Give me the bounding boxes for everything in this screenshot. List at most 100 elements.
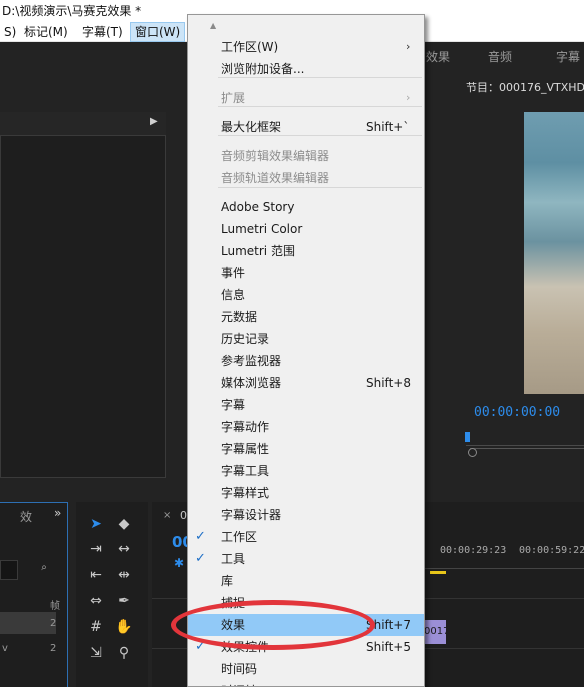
project-search-input[interactable] [0,560,18,580]
checkmark-icon: ✓ [195,551,206,566]
menu-item-item-13[interactable]: 参考监视器 [188,350,424,372]
panel-expand-arrow-icon[interactable]: ▶ [150,116,158,127]
program-monitor-title[interactable]: 节目：000176_VTXHD_ [466,79,584,95]
menu-item-item-19[interactable]: 字幕样式 [188,482,424,504]
scrollbar-handle-icon[interactable] [468,448,477,457]
menubar-item-window[interactable]: 窗口(W) [130,22,186,42]
menu-item-item-20[interactable]: 字幕设计器 [188,504,424,526]
menu-item-shortcut: Shift+8 [366,376,411,390]
menu-item-item-5: 音频轨道效果编辑器 [188,167,424,189]
window-menu-dropdown: ▲ 工作区(W) › 浏览附加设备... 扩展 › 最大化框架 Shift+` 音频剪辑效果编… [187,14,425,687]
pen-tool-icon[interactable]: ✒ [114,591,134,611]
menu-item-item-15[interactable]: 字幕 [188,394,424,416]
menu-item-item-26[interactable]: ✓ 效果控件 Shift+5 [188,636,424,658]
menu-item-lumetri-color[interactable]: Lumetri Color [188,218,424,240]
program-zoom-scrollbar[interactable] [470,448,584,456]
menu-item-lumetri[interactable]: Lumetri 范围 [188,240,424,262]
menu-item-item-12[interactable]: 历史记录 [188,328,424,350]
close-icon[interactable]: × [163,510,171,521]
menubar-item-marker[interactable]: 标记(M) [20,22,72,42]
menu-item-label: 库 [221,574,234,588]
menu-item-item-22[interactable]: ✓ 工具 [188,548,424,570]
menu-item-item-4: 音频剪辑效果编辑器 [188,145,424,167]
menu-item-item-21[interactable]: ✓ 工作区 [188,526,424,548]
program-timecode[interactable]: 00:00:00:00 [474,405,560,420]
project-row-value: 2 [50,618,57,629]
search-icon[interactable]: ⌕ [36,562,52,576]
menu-item-label: 字幕工具 [221,464,270,478]
clip-label: 0017 [424,626,446,637]
rate-stretch-tool-icon[interactable]: ↔ [114,539,134,559]
slip-tool-icon[interactable]: ⇔ [86,591,106,611]
menu-item-label: 事件 [221,266,246,280]
menu-item-item-11[interactable]: 元数据 [188,306,424,328]
menu-item-label: 参考监视器 [221,354,282,368]
menu-item-label: 时间码 [221,662,258,676]
menu-item-label: Lumetri 范围 [221,244,295,258]
track-forward-tool-icon[interactable]: ⇲ [86,643,106,663]
menu-item-w[interactable]: 工作区(W) › [188,36,424,58]
work-area-bar[interactable] [430,571,446,574]
menu-item-shortcut: Shift+5 [366,640,411,654]
workspace-tab-effects[interactable]: 效果 [426,48,450,65]
menu-item-item-27[interactable]: 时间码 [188,658,424,680]
project-row-value: 2 [50,643,57,654]
menu-item-item-24[interactable]: 捕捉 [188,592,424,614]
snap-icon[interactable]: ✱ [174,556,184,570]
menu-separator [218,106,422,107]
project-row-value: v [2,643,8,654]
menu-item-adobe-story[interactable]: Adobe Story [188,196,424,218]
menu-item-label: 历史记录 [221,332,270,346]
menu-item-item-23[interactable]: 库 [188,570,424,592]
window-title: D:\视频演示\马赛克效果 * [2,4,142,18]
razor-tool-icon[interactable]: # [86,617,106,637]
menu-item-label: 元数据 [221,310,258,324]
menu-item-label: Lumetri Color [221,222,303,236]
menu-item-label: 字幕样式 [221,486,270,500]
timeline-clip[interactable]: 0017 [424,620,446,644]
menu-item-item-25[interactable]: 效果 Shift+7 [188,614,424,636]
submenu-arrow-icon: › [406,40,411,53]
menu-item-label: 字幕动作 [221,420,270,434]
menu-separator [218,135,422,136]
menu-separator [218,187,422,188]
workspace-tab-titles[interactable]: 字幕 [556,48,580,65]
program-ruler[interactable] [466,432,584,446]
menu-item-label: 字幕属性 [221,442,270,456]
timeline-ruler[interactable] [424,568,584,569]
source-panel-content [0,112,166,478]
timeline-sequence-tab[interactable]: 0 [180,509,187,522]
workspace-tab-audio[interactable]: 音频 [488,48,512,65]
track-select-tool-icon[interactable]: ◆ [114,514,134,534]
menubar-item-title[interactable]: 字幕(T) [78,22,127,42]
menu-item-item-17[interactable]: 字幕属性 [188,438,424,460]
menubar-item-s[interactable]: S) [0,22,20,42]
menu-scroll-up-icon[interactable]: ▲ [210,21,216,30]
source-panel-header [0,112,166,136]
slide-tool-icon[interactable]: ⇹ [114,565,134,585]
rolling-edit-tool-icon[interactable]: ⇤ [86,565,106,585]
ruler-tick-label: 00:00:29:23 [440,545,507,556]
menu-item-item-18[interactable]: 字幕工具 [188,460,424,482]
project-list-item[interactable] [0,612,56,634]
menu-item-label: 音频轨道效果编辑器 [221,171,330,185]
hand-tool-icon[interactable]: ✋ [114,617,134,637]
menu-separator [218,77,422,78]
panel-overflow-chevron-icon[interactable]: » [54,506,61,520]
ripple-edit-tool-icon[interactable]: ⇥ [86,539,106,559]
menu-item-item-9[interactable]: 事件 [188,262,424,284]
menu-item-item-28[interactable]: 时间轴 [188,680,424,686]
menu-item-shortcut: Shift+7 [366,618,411,632]
menu-item-item-16[interactable]: 字幕动作 [188,416,424,438]
selection-tool-icon[interactable]: ➤ [86,514,106,534]
menu-item-label: Adobe Story [221,200,295,214]
program-monitor-video [524,112,584,394]
checkmark-icon: ✓ [195,529,206,544]
menu-item-item-10[interactable]: 信息 [188,284,424,306]
playhead-icon[interactable] [465,432,470,442]
project-panel-tab[interactable]: 效 [20,508,32,525]
zoom-tool-icon[interactable]: ⚲ [114,643,134,663]
menu-item-label: 信息 [221,288,246,302]
menu-item-item-14[interactable]: 媒体浏览器 Shift+8 [188,372,424,394]
menu-item-label: 工作区 [221,530,258,544]
